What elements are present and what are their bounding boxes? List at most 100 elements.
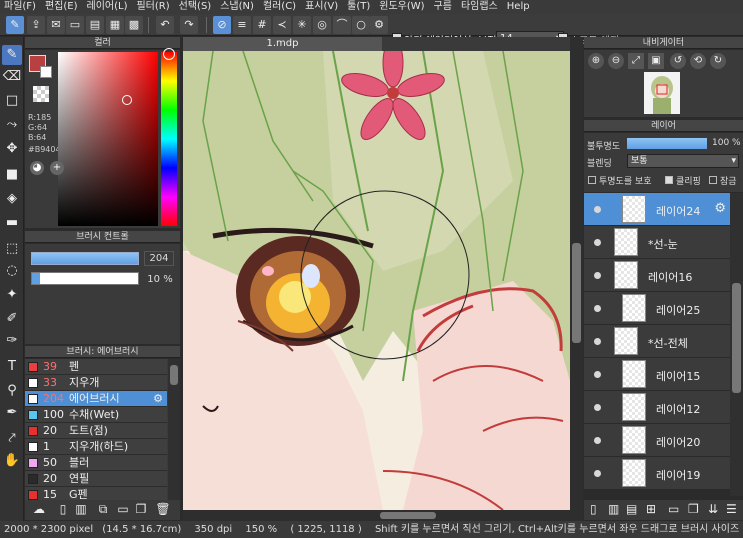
divide-tool-icon[interactable]: ✒: [2, 403, 22, 423]
menu-window[interactable]: 윈도우(W): [379, 1, 424, 12]
new-halftone-layer-icon[interactable]: ▥: [608, 502, 619, 516]
canvas-hscroll-thumb[interactable]: [380, 512, 436, 519]
redo-icon[interactable]: ↷: [180, 16, 198, 34]
lasso-tool-icon[interactable]: ⤳: [2, 115, 22, 135]
menu-help[interactable]: Help: [507, 1, 530, 12]
visibility-eye-icon[interactable]: [594, 305, 601, 312]
brush-folder-icon[interactable]: ▭: [115, 502, 131, 518]
brush-cloud-icon[interactable]: ☁: [31, 502, 47, 518]
visibility-eye-icon[interactable]: [594, 239, 601, 246]
menu-layer[interactable]: 레이어(L): [87, 1, 128, 12]
rotate-left-icon[interactable]: ↺: [670, 53, 686, 69]
lock-checkbox[interactable]: [709, 176, 717, 184]
snap-off-icon[interactable]: ⊘: [213, 16, 231, 34]
visibility-eye-icon[interactable]: [594, 404, 601, 411]
folder-icon[interactable]: ▭: [668, 502, 679, 516]
menu-tool[interactable]: 툴(T): [347, 1, 370, 12]
brush-tool-icon[interactable]: ✎: [2, 45, 22, 65]
brush-item[interactable]: 204 에어브러시 ⚙: [25, 391, 167, 407]
brush-item[interactable]: 50 블러: [25, 455, 167, 471]
menu-filter[interactable]: 필터(R): [136, 1, 169, 12]
canvas-vertical-scrollbar[interactable]: [570, 37, 583, 521]
canvas-vscroll-thumb[interactable]: [572, 243, 581, 343]
palette-add-icon[interactable]: +: [50, 161, 64, 175]
menu-snap[interactable]: 스냅(N): [220, 1, 254, 12]
actual-size-icon[interactable]: ▣: [648, 53, 664, 69]
select-ellipse-icon[interactable]: ◌: [2, 261, 22, 281]
layer-list-scrollbar[interactable]: [730, 193, 743, 496]
brush-duplicate-icon[interactable]: ❐: [133, 502, 149, 518]
select-rect-icon[interactable]: ⬚: [2, 239, 22, 259]
hand-tool-icon[interactable]: ✋: [2, 451, 22, 471]
layer-row[interactable]: 레이어16: [584, 259, 730, 292]
reset-rotation-icon[interactable]: ⟲: [690, 53, 706, 69]
rect-select-tool-icon[interactable]: □: [2, 91, 22, 111]
brush-add-icon[interactable]: ▥: [73, 502, 89, 518]
menu-timelapse[interactable]: 타임랩스: [461, 1, 498, 12]
eraser-tool-icon[interactable]: ⌫: [2, 67, 22, 87]
transparent-color-swatch[interactable]: [33, 86, 49, 102]
brush-item[interactable]: 20 도트(점): [25, 423, 167, 439]
layer-row[interactable]: *선-눈: [584, 226, 730, 259]
select-pen-icon[interactable]: ✐: [2, 309, 22, 329]
layer-opacity-slider[interactable]: [627, 138, 707, 149]
tab-document[interactable]: 1.mdp: [183, 37, 382, 51]
brush-new-icon[interactable]: ▯: [55, 502, 71, 518]
operation-tool-icon[interactable]: ⚲: [2, 381, 22, 401]
grid-snap-icon[interactable]: #: [253, 16, 271, 34]
parallel-snap-icon[interactable]: ≡: [233, 16, 251, 34]
menu-view[interactable]: 표시(V): [305, 1, 338, 12]
duplicate-layer-icon[interactable]: ❐: [688, 502, 699, 516]
brush-size-value[interactable]: 204: [144, 251, 174, 266]
drawing-canvas[interactable]: [183, 51, 570, 510]
secondary-color-swatch[interactable]: [40, 66, 52, 78]
gear-icon[interactable]: ⚙: [153, 391, 163, 407]
zoom-out-icon[interactable]: ⊖: [608, 53, 624, 69]
picker-cursor[interactable]: [122, 95, 132, 105]
fill-rect-tool-icon[interactable]: ■: [2, 165, 22, 185]
visibility-eye-icon[interactable]: [594, 206, 601, 213]
protect-alpha-checkbox[interactable]: [588, 176, 596, 184]
visibility-eye-icon[interactable]: [594, 437, 601, 444]
visibility-eye-icon[interactable]: [594, 371, 601, 378]
fit-window-icon[interactable]: ⤢: [628, 53, 644, 69]
navigator-thumbnail[interactable]: [644, 72, 680, 114]
merge-layer-icon[interactable]: ⇊: [708, 502, 718, 516]
blend-mode-select[interactable]: 보통 ▾: [627, 154, 739, 168]
move-tool-icon[interactable]: ✥: [2, 139, 22, 159]
rotate-right-icon[interactable]: ↻: [710, 53, 726, 69]
burst-snap-icon[interactable]: ✳: [293, 16, 311, 34]
gear-icon[interactable]: ⚙: [370, 16, 388, 34]
brush-item[interactable]: 39 펜: [25, 359, 167, 375]
brush-item[interactable]: 15 G펜: [25, 487, 167, 500]
export-icon[interactable]: ⇪: [27, 16, 45, 34]
brush-size-slider[interactable]: [31, 252, 139, 265]
menu-select[interactable]: 선택(S): [179, 1, 212, 12]
hue-slider-handle[interactable]: [163, 48, 175, 60]
visibility-eye-icon[interactable]: [594, 338, 601, 345]
undo-icon[interactable]: ↶: [156, 16, 174, 34]
brush-item[interactable]: 33 지우개: [25, 375, 167, 391]
canvas-horizontal-scrollbar[interactable]: [183, 510, 570, 521]
layer-row[interactable]: 레이어12: [584, 391, 730, 424]
zoom-in-icon[interactable]: ⊕: [588, 53, 604, 69]
new-8bit-layer-icon[interactable]: ▤: [626, 502, 637, 516]
visibility-eye-icon[interactable]: [594, 272, 601, 279]
gear-icon[interactable]: ⚙: [714, 201, 726, 216]
brush-item[interactable]: 1 지우개(하드): [25, 439, 167, 455]
layer-row[interactable]: 레이어15: [584, 358, 730, 391]
add-layer-menu-icon[interactable]: ⊞: [646, 502, 656, 516]
layer-row[interactable]: 레이어19: [584, 457, 730, 490]
document-icon[interactable]: ▤: [86, 16, 104, 34]
layer-row[interactable]: 레이어24 ⚙: [584, 193, 730, 226]
hue-slider[interactable]: [161, 52, 177, 226]
curve-snap-icon[interactable]: ⌒: [333, 16, 351, 34]
saturation-value-picker[interactable]: [58, 52, 158, 226]
layer-row[interactable]: 레이어25: [584, 292, 730, 325]
brush-copy-icon[interactable]: ⧉: [95, 502, 111, 518]
eyedropper-tool-icon[interactable]: ⤤: [2, 429, 22, 449]
brush-item[interactable]: 100 수채(Wet): [25, 407, 167, 423]
layer-row[interactable]: *선-전체: [584, 325, 730, 358]
tile-icon[interactable]: ▩: [125, 16, 143, 34]
grid-doc-icon[interactable]: ▦: [106, 16, 124, 34]
